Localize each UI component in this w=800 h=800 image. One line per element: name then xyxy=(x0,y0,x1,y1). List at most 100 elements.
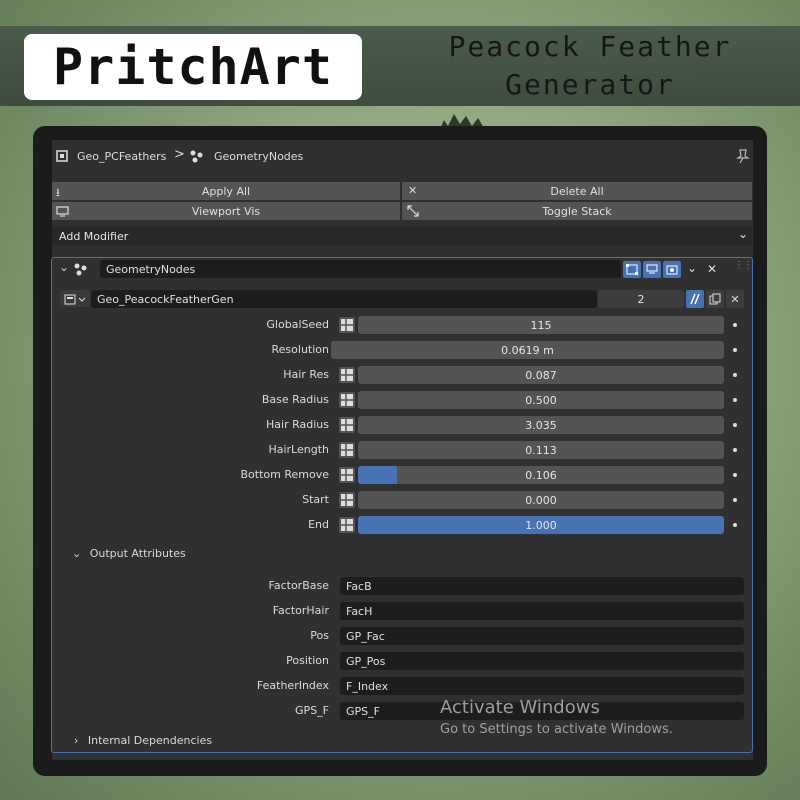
delete-all-button[interactable]: ✕ Delete All xyxy=(402,182,752,200)
activate-windows-title: Activate Windows xyxy=(440,697,600,718)
banner-title-line1: Peacock Feather xyxy=(448,30,732,63)
input-value-field[interactable]: 0.000 xyxy=(358,491,724,509)
attribute-toggle-icon[interactable] xyxy=(338,466,356,484)
input-value-field[interactable]: 0.106 xyxy=(358,466,724,484)
input-label: Base Radius xyxy=(261,393,329,406)
input-label: GlobalSeed xyxy=(266,318,329,331)
apply-all-button[interactable]: ⭳ Apply All xyxy=(52,182,400,200)
output-name-input[interactable]: FacH xyxy=(340,602,744,620)
keyframe-dot-icon[interactable] xyxy=(733,373,737,377)
keyframe-dot-icon[interactable] xyxy=(733,473,737,477)
input-value: 1.000 xyxy=(525,518,557,532)
activate-windows-subtitle: Go to Settings to activate Windows. xyxy=(440,722,673,737)
output-label: FeatherIndex xyxy=(256,679,329,692)
output-attributes-header[interactable]: ⌄ Output Attributes xyxy=(72,547,186,560)
modifier-breadcrumb[interactable]: GeometryNodes xyxy=(214,150,303,163)
object-icon xyxy=(56,150,68,162)
modifier-name-input[interactable]: GeometryNodes xyxy=(100,260,621,278)
output-name-value: GPS_F xyxy=(346,704,380,718)
keyframe-dot-icon[interactable] xyxy=(733,423,737,427)
delete-all-label: Delete All xyxy=(550,184,604,198)
chevron-down-icon: ⌄ xyxy=(72,547,82,560)
output-name-input[interactable]: F_Index xyxy=(340,677,744,695)
attribute-toggle-icon[interactable] xyxy=(338,316,356,334)
output-label: FactorHair xyxy=(272,604,329,617)
output-name-input[interactable]: FacB xyxy=(340,577,744,595)
internal-dependencies-header[interactable]: › Internal Dependencies xyxy=(74,734,212,747)
keyframe-dot-icon[interactable] xyxy=(733,498,737,502)
viewport-vis-label: Viewport Vis xyxy=(191,204,261,218)
input-value-field[interactable]: 0.087 xyxy=(358,366,724,384)
node-tree-browse[interactable] xyxy=(60,290,90,307)
attribute-toggle-icon[interactable] xyxy=(338,491,356,509)
geometry-nodes-icon xyxy=(74,263,87,276)
attribute-toggle-icon[interactable] xyxy=(338,391,356,409)
output-name-input[interactable]: GP_Fac xyxy=(340,627,744,645)
keyframe-dot-icon[interactable] xyxy=(733,448,737,452)
unlink-node-group-button[interactable]: ✕ xyxy=(726,290,744,308)
breadcrumb-separator: > xyxy=(174,147,185,162)
viewport-toggle[interactable] xyxy=(643,261,661,278)
input-label: Resolution xyxy=(271,343,329,356)
keyframe-dot-icon[interactable] xyxy=(733,323,737,327)
input-value-field[interactable]: 115 xyxy=(358,316,724,334)
keyframe-dot-icon[interactable] xyxy=(733,523,737,527)
monitor-icon xyxy=(56,206,69,217)
geometry-nodes-icon xyxy=(190,150,203,163)
drag-handle-icon[interactable]: ⋮⋮ xyxy=(734,260,753,271)
output-label: Pos xyxy=(310,629,329,642)
output-name-value: FacH xyxy=(346,604,373,618)
output-attributes-label: Output Attributes xyxy=(89,547,186,560)
keyframe-dot-icon[interactable] xyxy=(733,348,737,352)
duplicate-icon xyxy=(709,293,721,305)
download-icon: ⭳ xyxy=(56,186,60,199)
attribute-toggle-icon[interactable] xyxy=(338,441,356,459)
properties-header: Geo_PCFeathers > GeometryNodes xyxy=(52,141,753,171)
toggle-stack-label: Toggle Stack xyxy=(542,204,612,218)
keyframe-dot-icon[interactable] xyxy=(733,398,737,402)
attribute-toggle-icon[interactable] xyxy=(338,366,356,384)
input-value: 0.500 xyxy=(525,393,557,407)
input-value-field[interactable]: 1.000 xyxy=(358,516,724,534)
collapse-chevron-icon[interactable]: ⌄ xyxy=(59,260,69,274)
render-toggle[interactable] xyxy=(663,261,681,278)
duplicate-node-group-button[interactable] xyxy=(706,290,724,308)
input-value: 0.113 xyxy=(525,443,557,457)
node-group-users[interactable]: 2 xyxy=(598,290,684,308)
output-name-input[interactable]: GP_Pos xyxy=(340,652,744,670)
close-icon: ✕ xyxy=(730,292,740,306)
brand-logo: PritchArt xyxy=(24,34,362,100)
chevron-right-icon: › xyxy=(74,734,79,747)
input-label: End xyxy=(308,518,329,531)
input-value-field[interactable]: 0.113 xyxy=(358,441,724,459)
output-name-value: F_Index xyxy=(346,679,389,693)
brand-text: PritchArt xyxy=(53,38,333,96)
input-value-field[interactable]: 0.500 xyxy=(358,391,724,409)
viewport-vis-button[interactable]: Viewport Vis xyxy=(52,202,400,220)
attribute-toggle-icon[interactable] xyxy=(338,516,356,534)
input-value: 0.000 xyxy=(525,493,557,507)
edit-mode-toggle[interactable] xyxy=(623,261,641,278)
expand-icon xyxy=(407,205,419,217)
node-group-field[interactable]: Geo_PeacockFeatherGen xyxy=(91,290,597,308)
attribute-toggle-icon[interactable] xyxy=(338,416,356,434)
fake-user-icon xyxy=(690,293,700,305)
input-value-field[interactable]: 0.0619 m xyxy=(331,341,724,359)
toggle-stack-button[interactable]: Toggle Stack xyxy=(402,202,752,220)
chevron-down-icon: ⌄ xyxy=(737,227,748,241)
pin-icon[interactable] xyxy=(736,148,750,164)
close-icon: ✕ xyxy=(408,184,418,197)
input-label: Start xyxy=(302,493,329,506)
input-value: 115 xyxy=(530,318,552,332)
input-value-field[interactable]: 3.035 xyxy=(358,416,724,434)
add-modifier-dropdown[interactable]: Add Modifier ⌄ xyxy=(52,226,752,246)
input-label: Hair Radius xyxy=(266,418,329,431)
monitor-icon xyxy=(646,264,658,274)
input-value: 3.035 xyxy=(525,418,557,432)
fake-user-toggle[interactable] xyxy=(686,290,704,308)
dropdown-chevron-icon[interactable]: ⌄ xyxy=(687,261,697,275)
object-name[interactable]: Geo_PCFeathers xyxy=(77,150,166,163)
node-group-name: Geo_PeacockFeatherGen xyxy=(97,292,234,306)
remove-modifier-icon[interactable]: ✕ xyxy=(707,262,717,276)
input-label: Bottom Remove xyxy=(240,468,329,481)
